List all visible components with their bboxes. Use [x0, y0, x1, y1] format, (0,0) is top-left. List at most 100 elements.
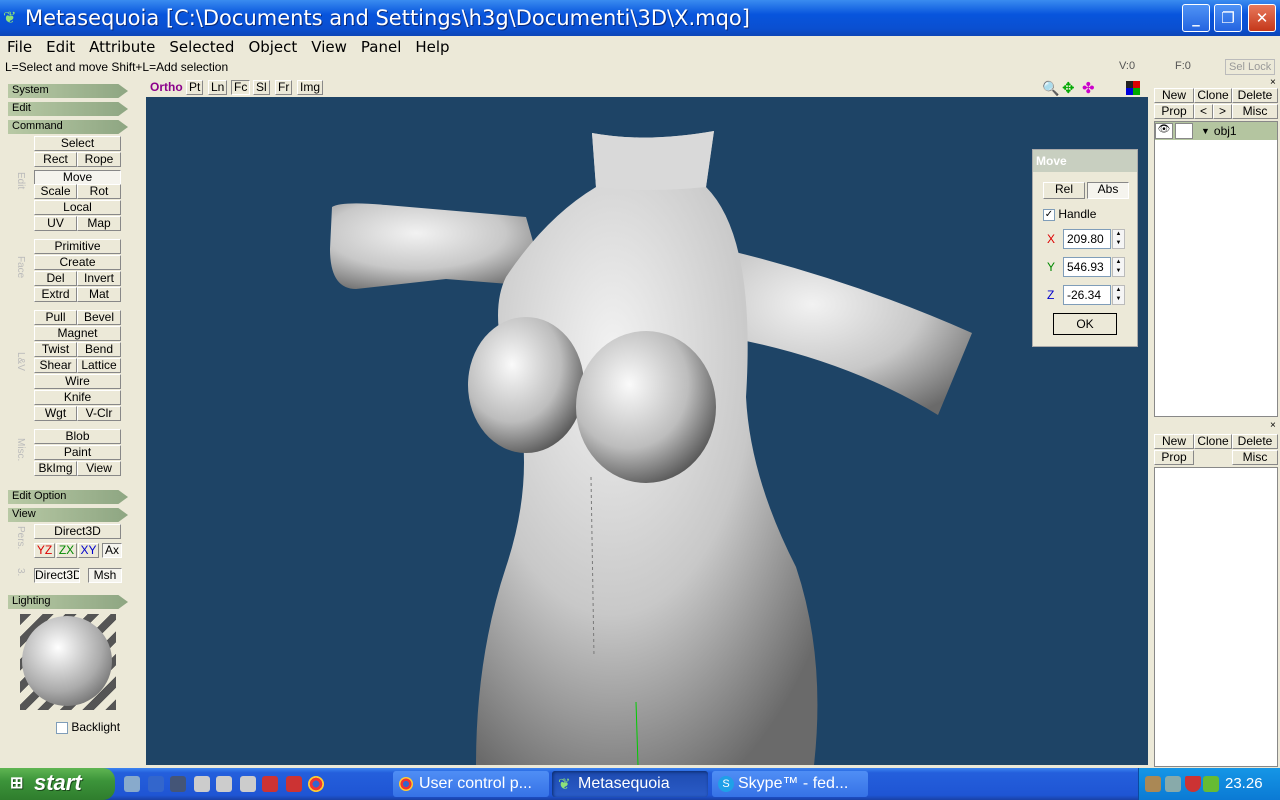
wire-button[interactable]: Wire: [34, 374, 121, 389]
object-row[interactable]: 👁 ▼ obj1: [1155, 122, 1277, 140]
vclr-button[interactable]: V-Clr: [77, 406, 121, 421]
object-prop-button[interactable]: Prop: [1154, 104, 1194, 119]
task-user-control[interactable]: User control p...: [393, 771, 549, 797]
ortho-toggle[interactable]: Ortho: [150, 80, 183, 94]
handle-option[interactable]: ✓ Handle: [1043, 207, 1096, 221]
rope-button[interactable]: Rope: [77, 152, 121, 167]
zoom-icon[interactable]: 🔍: [1042, 80, 1059, 97]
move-button[interactable]: Move: [34, 170, 121, 185]
minimize-button[interactable]: _: [1182, 4, 1210, 32]
menu-file[interactable]: File: [0, 38, 39, 56]
lattice-button[interactable]: Lattice: [77, 358, 121, 373]
menu-help[interactable]: Help: [408, 38, 456, 56]
section-system[interactable]: System: [8, 84, 128, 98]
quicklaunch-user-icon[interactable]: [194, 776, 210, 792]
quicklaunch-user2-icon[interactable]: [216, 776, 232, 792]
invert-button[interactable]: Invert: [77, 271, 121, 286]
material-clone-button[interactable]: Clone: [1194, 434, 1232, 449]
task-skype[interactable]: S Skype™ - fed...: [712, 771, 868, 797]
handle-checkbox[interactable]: ✓: [1043, 208, 1055, 221]
maximize-button[interactable]: ❐: [1214, 4, 1242, 32]
menu-attribute[interactable]: Attribute: [82, 38, 162, 56]
primitive-button[interactable]: Primitive: [34, 239, 121, 254]
sel-lock-button[interactable]: Sel Lock: [1225, 59, 1276, 75]
lock-toggle[interactable]: [1175, 123, 1193, 139]
task-metasequoia[interactable]: ❦ Metasequoia: [552, 771, 708, 797]
local-button[interactable]: Local: [34, 200, 121, 215]
scale-button[interactable]: Scale: [34, 184, 77, 199]
close-material-panel-icon[interactable]: ×: [1270, 420, 1276, 431]
mat-button[interactable]: Mat: [77, 287, 121, 302]
knife-button[interactable]: Knife: [34, 390, 121, 405]
abs-button[interactable]: Abs: [1087, 182, 1129, 199]
backlight-checkbox[interactable]: [56, 721, 68, 734]
paint-button[interactable]: Paint: [34, 445, 121, 460]
xy-button[interactable]: XY: [78, 543, 99, 558]
object-new-button[interactable]: New: [1154, 88, 1194, 103]
face-view-button[interactable]: Fc: [231, 80, 251, 95]
tray-shield-icon[interactable]: [1185, 776, 1201, 792]
section-edit-option[interactable]: Edit Option: [8, 490, 128, 504]
bend-button[interactable]: Bend: [77, 342, 121, 357]
line-view-button[interactable]: Ln: [208, 80, 228, 95]
close-button[interactable]: ✕: [1248, 4, 1276, 32]
ax-button[interactable]: Ax: [102, 543, 122, 558]
tray-app-icon[interactable]: [1203, 776, 1219, 792]
quicklaunch-network-icon[interactable]: [124, 776, 140, 792]
wgt-button[interactable]: Wgt: [34, 406, 77, 421]
menu-edit[interactable]: Edit: [39, 38, 82, 56]
blob-button[interactable]: Blob: [34, 429, 121, 444]
start-button[interactable]: ⊞ start: [0, 768, 115, 800]
silhouette-view-button[interactable]: Sl: [253, 80, 270, 95]
y-spinner[interactable]: ▲ ▼: [1112, 257, 1125, 277]
quicklaunch-app-icon[interactable]: [262, 776, 278, 792]
section-view[interactable]: View: [8, 508, 128, 522]
tray-network-icon[interactable]: [1145, 776, 1161, 792]
rect-button[interactable]: Rect: [34, 152, 77, 167]
backlight-option[interactable]: Backlight: [56, 720, 120, 734]
object-delete-button[interactable]: Delete: [1232, 88, 1278, 103]
color-grid-icon[interactable]: [1126, 81, 1140, 95]
direct3d-button[interactable]: Direct3D: [34, 524, 121, 539]
close-panel-icon[interactable]: ×: [1270, 77, 1276, 88]
quicklaunch-user3-icon[interactable]: [240, 776, 256, 792]
quicklaunch-app2-icon[interactable]: [286, 776, 302, 792]
rel-button[interactable]: Rel: [1043, 182, 1085, 199]
map-button[interactable]: Map: [77, 216, 121, 231]
x-input[interactable]: 209.80: [1063, 229, 1111, 249]
expand-arrow-icon[interactable]: ▼: [1201, 126, 1210, 136]
pan-icon[interactable]: ✥: [1062, 79, 1075, 97]
menu-view[interactable]: View: [304, 38, 354, 56]
z-spinner[interactable]: ▲ ▼: [1112, 285, 1125, 305]
object-next-button[interactable]: >: [1213, 104, 1232, 119]
menu-object[interactable]: Object: [241, 38, 304, 56]
x-spinner[interactable]: ▲ ▼: [1112, 229, 1125, 249]
light-preview-sphere[interactable]: [20, 614, 116, 710]
quicklaunch-chrome-icon[interactable]: [308, 776, 324, 792]
image-view-button[interactable]: Img: [297, 80, 324, 95]
frame-view-button[interactable]: Fr: [275, 80, 293, 95]
object-prev-button[interactable]: <: [1194, 104, 1213, 119]
y-input[interactable]: 546.93: [1063, 257, 1111, 277]
tray-connection-icon[interactable]: [1165, 776, 1181, 792]
uv-button[interactable]: UV: [34, 216, 77, 231]
object-clone-button[interactable]: Clone: [1194, 88, 1232, 103]
twist-button[interactable]: Twist: [34, 342, 77, 357]
extrd-button[interactable]: Extrd: [34, 287, 77, 302]
select-button[interactable]: Select: [34, 136, 121, 151]
menu-selected[interactable]: Selected: [162, 38, 241, 56]
visibility-eye-icon[interactable]: 👁: [1155, 123, 1173, 139]
msh-button[interactable]: Msh: [88, 568, 122, 583]
quicklaunch-desktop-icon[interactable]: [170, 776, 186, 792]
material-misc-button[interactable]: Misc: [1232, 450, 1278, 465]
quicklaunch-ie-icon[interactable]: [148, 776, 164, 792]
pull-button[interactable]: Pull: [34, 310, 77, 325]
del-button[interactable]: Del: [34, 271, 77, 286]
material-new-button[interactable]: New: [1154, 434, 1194, 449]
magnet-button[interactable]: Magnet: [34, 326, 121, 341]
3d-viewport[interactable]: [146, 97, 1148, 765]
direct3d-secondary-button[interactable]: Direct3D: [34, 568, 80, 583]
shear-button[interactable]: Shear: [34, 358, 77, 373]
section-command[interactable]: Command: [8, 120, 128, 134]
material-prop-button[interactable]: Prop: [1154, 450, 1194, 465]
